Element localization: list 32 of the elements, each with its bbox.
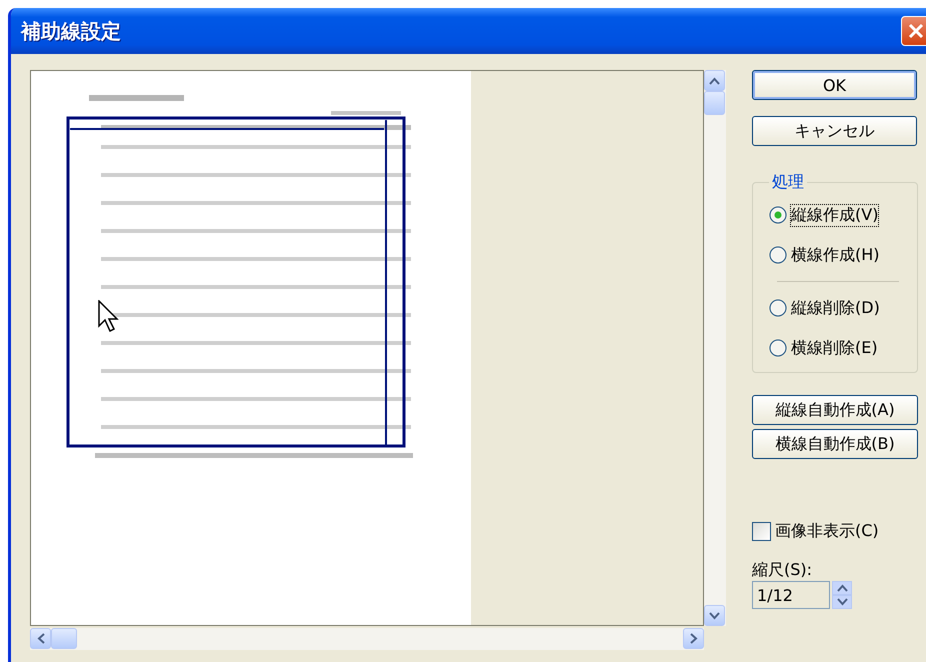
- spin-up-button[interactable]: [832, 581, 852, 595]
- horizontal-scrollbar[interactable]: [30, 628, 704, 650]
- cursor-icon: [98, 300, 120, 332]
- vertical-scrollbar[interactable]: [704, 70, 726, 626]
- auto-create-button[interactable]: 横線自動作成(B): [752, 429, 918, 459]
- radio-label: 横線削除(E): [791, 338, 878, 358]
- group-label: 処理: [771, 172, 805, 193]
- radio-button[interactable]: [769, 246, 787, 264]
- auto-create-button[interactable]: 縦線自動作成(A): [752, 395, 918, 425]
- window-title: 補助線設定: [21, 18, 121, 44]
- radio-label: 縦線作成(V): [791, 204, 878, 226]
- close-icon: [908, 23, 924, 39]
- guide-line-frame[interactable]: [66, 116, 406, 448]
- scroll-right-button[interactable]: [683, 628, 704, 649]
- scale-label: 縮尺(S):: [752, 560, 814, 581]
- scroll-thumb[interactable]: [704, 91, 725, 115]
- radio-label: 横線作成(H): [791, 244, 880, 266]
- radio-button[interactable]: [769, 339, 787, 357]
- scroll-up-button[interactable]: [704, 70, 725, 91]
- radio-label: 縦線削除(D): [791, 298, 880, 318]
- close-button[interactable]: [901, 16, 926, 46]
- ok-button[interactable]: OK: [752, 70, 917, 100]
- scroll-down-button[interactable]: [704, 605, 725, 626]
- spin-down-button[interactable]: [832, 595, 852, 609]
- checkbox[interactable]: [752, 522, 771, 541]
- scroll-left-button[interactable]: [30, 628, 51, 649]
- scroll-thumb[interactable]: [51, 628, 77, 649]
- radio-button[interactable]: [769, 206, 787, 224]
- cancel-button[interactable]: キャンセル: [752, 116, 917, 146]
- checkbox-label: 画像非表示(C): [775, 521, 879, 542]
- radio-button[interactable]: [769, 299, 787, 317]
- scale-field[interactable]: 1/12: [752, 581, 830, 609]
